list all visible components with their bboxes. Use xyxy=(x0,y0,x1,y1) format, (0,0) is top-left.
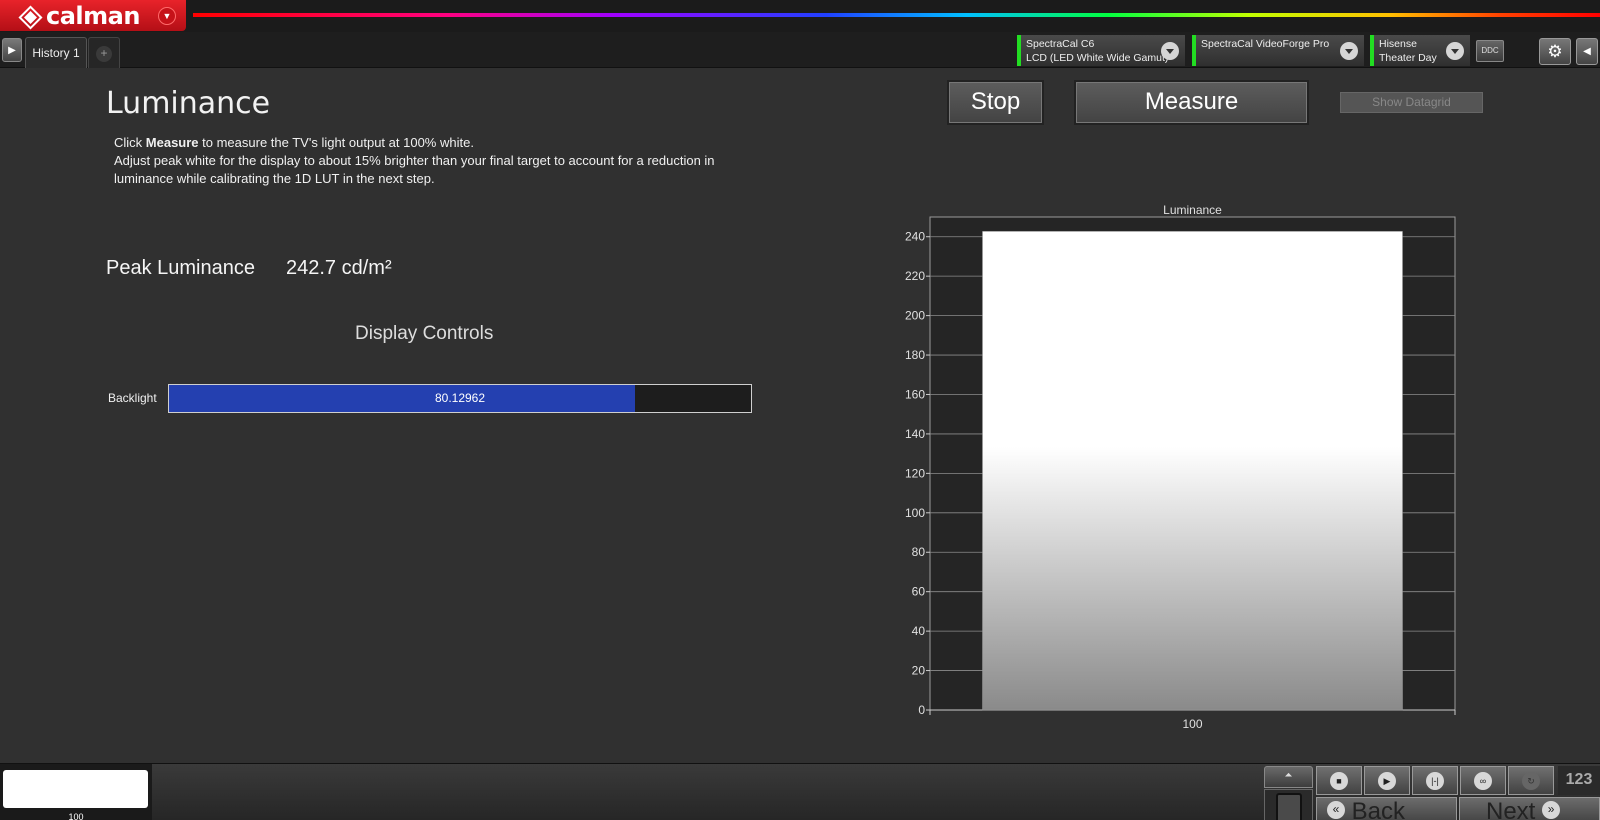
peak-luminance-label: Peak Luminance xyxy=(106,257,255,279)
chart-y-tick-label: 200 xyxy=(905,309,925,323)
pattern-window-button[interactable] xyxy=(1264,789,1313,820)
page-title: Luminance xyxy=(106,86,271,121)
rainbow-divider xyxy=(193,13,1600,17)
gear-icon[interactable]: ⚙ xyxy=(1539,38,1571,65)
show-datagrid-button[interactable]: Show Datagrid xyxy=(1340,92,1483,113)
tab-bar: ▶ History 1 + SpectraCal C6 LCD (LED Whi… xyxy=(0,32,1600,68)
chart-bar xyxy=(982,231,1403,711)
backlight-label: Backlight xyxy=(108,391,157,405)
tab-history-1[interactable]: History 1 xyxy=(25,37,87,68)
double-chevron-right-icon: » xyxy=(1542,801,1561,819)
sync-icon: ↻ xyxy=(1522,771,1540,790)
pattern-swatch xyxy=(3,770,148,808)
chart-y-tick-label: 100 xyxy=(905,506,925,520)
expand-right-arrow-icon[interactable]: ◀ xyxy=(1576,38,1598,65)
display-controls-heading: Display Controls xyxy=(355,323,494,344)
expand-panel-arrow-icon[interactable]: ▶ xyxy=(2,38,22,62)
chart-y-tick-label: 240 xyxy=(905,230,925,244)
chart-y-tick-label: 20 xyxy=(912,664,926,678)
bottom-bar: 100 ⏶ ■ ▶ |-| ∞ ↻ 123 « Back Next » xyxy=(0,763,1600,820)
instr-prefix: Click xyxy=(114,135,146,150)
loop-button[interactable]: ∞ xyxy=(1460,766,1506,795)
logo-text: calman xyxy=(46,1,140,30)
play-button[interactable]: ▶ xyxy=(1364,766,1410,795)
chart-y-tick-label: 60 xyxy=(912,585,926,599)
instr-bold: Measure xyxy=(145,135,199,150)
display-device-selector[interactable]: Hisense Theater Day xyxy=(1370,35,1470,66)
pattern-swatch-panel: 100 xyxy=(0,764,152,820)
double-chevron-left-icon: « xyxy=(1327,801,1345,819)
chart-y-tick-label: 120 xyxy=(905,466,925,480)
chart-title: Luminance xyxy=(1163,205,1222,217)
instr-rest: to measure the TV's light output at 100%… xyxy=(198,135,474,150)
play-icon: ▶ xyxy=(1378,771,1396,790)
peak-luminance-value: 242.7 cd/m² xyxy=(286,257,392,279)
chart-y-tick-label: 140 xyxy=(905,427,925,441)
top-bar: calman ▼ xyxy=(0,0,1600,32)
calman-window: calman ▼ ▶ History 1 + SpectraCal C6 LCD… xyxy=(0,0,1600,820)
sync-button[interactable]: ↻ xyxy=(1508,766,1554,795)
backlight-slider[interactable]: 80.12962 xyxy=(168,384,752,413)
chart-y-tick-label: 160 xyxy=(905,387,925,401)
instructions-text: Click Measure to measure the TV's light … xyxy=(114,134,734,188)
measure-button[interactable]: Measure xyxy=(1074,80,1309,125)
back-label: Back xyxy=(1351,798,1406,820)
chevron-down-icon[interactable] xyxy=(1161,42,1179,60)
instruction-line-2: Adjust peak white for the display to abo… xyxy=(114,153,715,186)
chart-y-tick-label: 220 xyxy=(905,269,925,283)
chart-x-tick-label: 100 xyxy=(1182,717,1202,731)
square-icon xyxy=(1275,793,1302,820)
chart-y-tick-label: 180 xyxy=(905,348,925,362)
chart-y-tick-label: 80 xyxy=(912,545,926,559)
stop-icon: ■ xyxy=(1330,771,1348,790)
chevron-down-icon[interactable] xyxy=(1340,42,1358,60)
calman-logo-icon xyxy=(18,5,40,27)
stop-button[interactable]: Stop xyxy=(947,80,1044,125)
calman-menu-button[interactable]: calman ▼ xyxy=(0,0,186,31)
backlight-value: 80.12962 xyxy=(434,391,486,405)
add-tab-button[interactable]: + xyxy=(88,37,120,68)
meter-device-selector[interactable]: SpectraCal C6 LCD (LED White Wide Gamut) xyxy=(1017,35,1185,66)
counter-display: 123 xyxy=(1558,766,1600,795)
next-button[interactable]: Next » xyxy=(1459,797,1600,820)
chevron-down-icon[interactable] xyxy=(1446,42,1464,60)
chart-y-tick-label: 40 xyxy=(912,624,926,638)
next-label: Next xyxy=(1486,798,1536,820)
source-device-selector[interactable]: SpectraCal VideoForge Pro xyxy=(1192,35,1364,66)
luminance-chart: Luminance 0 20 40 60 80 100 120 140 160 180 200 220 2… xyxy=(905,205,1456,731)
infinity-icon: ∞ xyxy=(1474,771,1492,790)
stop-measure-button[interactable]: ■ xyxy=(1316,766,1362,795)
instruction-line-1: Click Measure to measure the TV's light … xyxy=(114,134,734,152)
pattern-swatch-label: 100 xyxy=(68,812,84,820)
step-button[interactable]: |-| xyxy=(1412,766,1458,795)
chart-y-tick-label: 0 xyxy=(918,703,925,717)
plus-icon: + xyxy=(96,46,112,62)
ddc-monitor-icon[interactable]: DDC xyxy=(1476,40,1504,62)
chevron-up-icon[interactable]: ⏶ xyxy=(1264,766,1313,788)
step-icon: |-| xyxy=(1426,771,1444,790)
back-button[interactable]: « Back xyxy=(1316,797,1457,820)
chevron-down-icon[interactable]: ▼ xyxy=(158,7,176,25)
